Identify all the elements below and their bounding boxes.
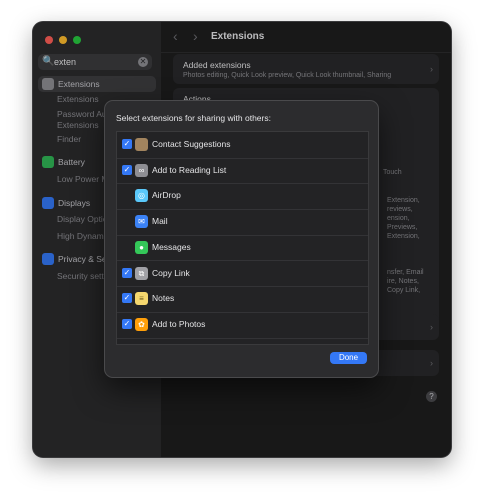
messages-icon: ● <box>135 240 148 254</box>
notes-icon: ≡ <box>135 292 148 306</box>
list-item-label: Mail <box>152 216 168 227</box>
airdrop-icon: ◎ <box>135 189 148 203</box>
checkbox-notes[interactable]: ✓ <box>122 293 132 304</box>
list-item-notes[interactable]: ✓ ≡ Notes <box>117 286 368 313</box>
list-item-airdrop[interactable]: ◎ AirDrop <box>117 183 368 211</box>
mail-icon: ✉ <box>135 215 148 229</box>
list-item-label: Contact Suggestions <box>152 139 231 149</box>
list-item-add-to-photos[interactable]: ✓ ✿ Add to Photos <box>117 312 368 339</box>
list-item-label: Copy Link <box>152 267 190 278</box>
extensions-list: ✓ Contact Suggestions ✓ ∞ Add to Reading… <box>116 131 369 345</box>
list-item-reading-list[interactable]: ✓ ∞ Add to Reading List <box>117 158 368 185</box>
sharing-extensions-sheet: Select extensions for sharing with other… <box>105 101 378 377</box>
list-item-contact-suggestions[interactable]: ✓ Contact Suggestions <box>117 132 368 159</box>
contacts-icon <box>135 138 148 151</box>
photos-icon: ✿ <box>135 317 148 331</box>
sheet-title: Select extensions for sharing with other… <box>116 113 271 123</box>
copy-link-icon: ⧉ <box>135 266 148 280</box>
reading-list-icon: ∞ <box>135 163 148 177</box>
list-item-mail[interactable]: ✉ Mail <box>117 209 368 236</box>
checkbox-copy-link[interactable]: ✓ <box>122 267 132 278</box>
checkbox-contact-suggestions[interactable]: ✓ <box>122 139 132 149</box>
list-item-label: Add to Photos <box>152 318 206 329</box>
list-item-label: Add to Reading List <box>152 164 227 175</box>
checkbox-reading-list[interactable]: ✓ <box>122 164 132 175</box>
list-item-label: AirDrop <box>152 190 181 201</box>
list-item-label: Messages <box>152 241 191 252</box>
list-item-copy-link[interactable]: ✓ ⧉ Copy Link <box>117 261 368 288</box>
list-item-label: Notes <box>152 293 175 304</box>
checkbox-add-to-photos[interactable]: ✓ <box>122 318 132 329</box>
done-button[interactable]: Done <box>330 352 367 364</box>
list-item-messages[interactable]: ● Messages <box>117 235 368 262</box>
